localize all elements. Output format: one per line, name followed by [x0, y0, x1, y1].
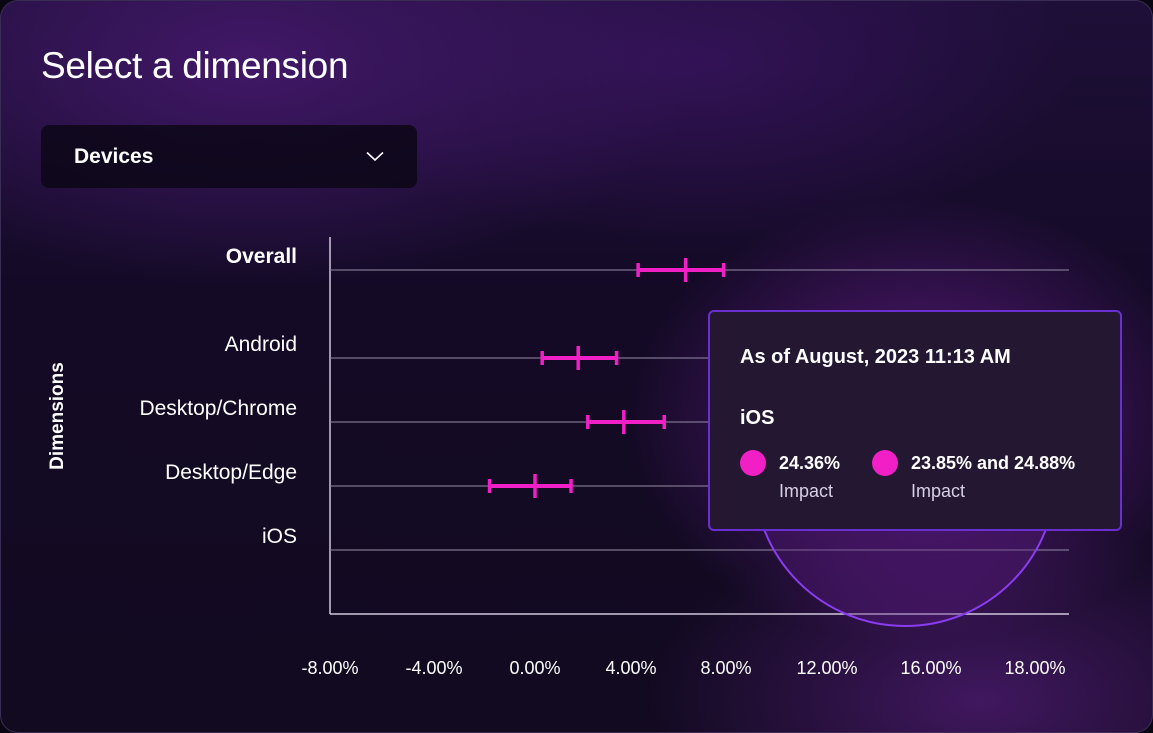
category-label: Overall — [226, 245, 297, 268]
x-tick-label: -8.00% — [301, 658, 358, 678]
x-tick-label: 0.00% — [509, 658, 560, 678]
tooltip-range-label: Impact — [911, 481, 966, 501]
x-tick-label: 18.00% — [1004, 658, 1065, 678]
category-label: Desktop/Chrome — [139, 397, 297, 420]
category-label: Desktop/Edge — [165, 461, 297, 484]
tooltip-value-label: Impact — [779, 481, 834, 501]
tooltip-date: As of August, 2023 11:13 AM — [740, 346, 1011, 368]
x-tick-label: 12.00% — [796, 658, 857, 678]
accent-dot-icon — [872, 450, 898, 476]
category-label: Android — [225, 333, 297, 356]
tooltip-value: 24.36% — [779, 453, 841, 473]
x-tick-label: 16.00% — [900, 658, 961, 678]
tooltip-range-value: 23.85% and 24.88% — [911, 453, 1076, 473]
accent-dot-icon — [740, 450, 766, 476]
category-label: iOS — [262, 525, 297, 548]
chart-tooltip: As of August, 2023 11:13 AM iOS 24.36% I… — [708, 310, 1122, 531]
x-tick-label: -4.00% — [405, 658, 462, 678]
tooltip-series-name: iOS — [740, 407, 775, 429]
chart-card: Select a dimension Devices Dimensions Ov… — [0, 0, 1153, 733]
x-tick-label: 4.00% — [605, 658, 656, 678]
x-tick-label: 8.00% — [700, 658, 751, 678]
